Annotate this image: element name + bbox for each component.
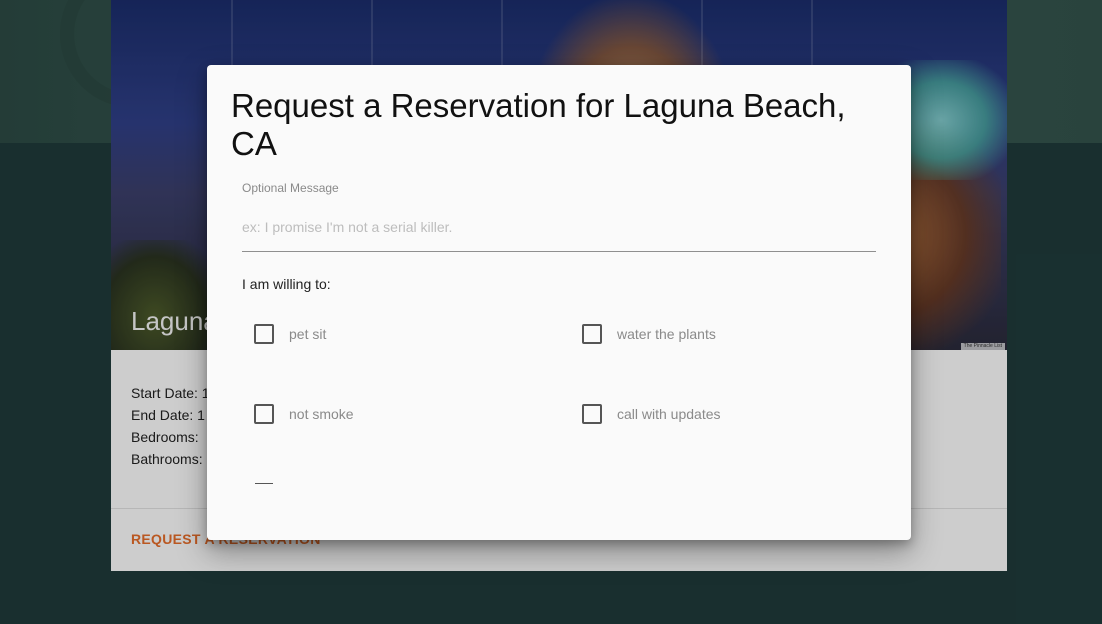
checkbox-label: water the plants — [617, 326, 716, 342]
willing-label: I am willing to: — [242, 276, 331, 292]
checkbox-label: pet sit — [289, 326, 327, 342]
checkbox-icon[interactable] — [582, 404, 602, 424]
checkbox-not-smoke[interactable]: not smoke — [254, 404, 354, 424]
partial-checkbox-icon[interactable] — [255, 483, 273, 484]
checkbox-water-plants[interactable]: water the plants — [582, 324, 716, 344]
checkbox-pet-sit[interactable]: pet sit — [254, 324, 326, 344]
checkbox-icon[interactable] — [582, 324, 602, 344]
checkbox-label: call with updates — [617, 406, 721, 422]
message-input[interactable] — [242, 203, 876, 252]
message-field-label: Optional Message — [242, 181, 339, 195]
checkbox-call-updates[interactable]: call with updates — [582, 404, 721, 424]
reservation-dialog: Request a Reservation for Laguna Beach, … — [207, 65, 911, 540]
dialog-title: Request a Reservation for Laguna Beach, … — [231, 87, 846, 162]
checkbox-label: not smoke — [289, 406, 354, 422]
checkbox-icon[interactable] — [254, 324, 274, 344]
checkbox-icon[interactable] — [254, 404, 274, 424]
